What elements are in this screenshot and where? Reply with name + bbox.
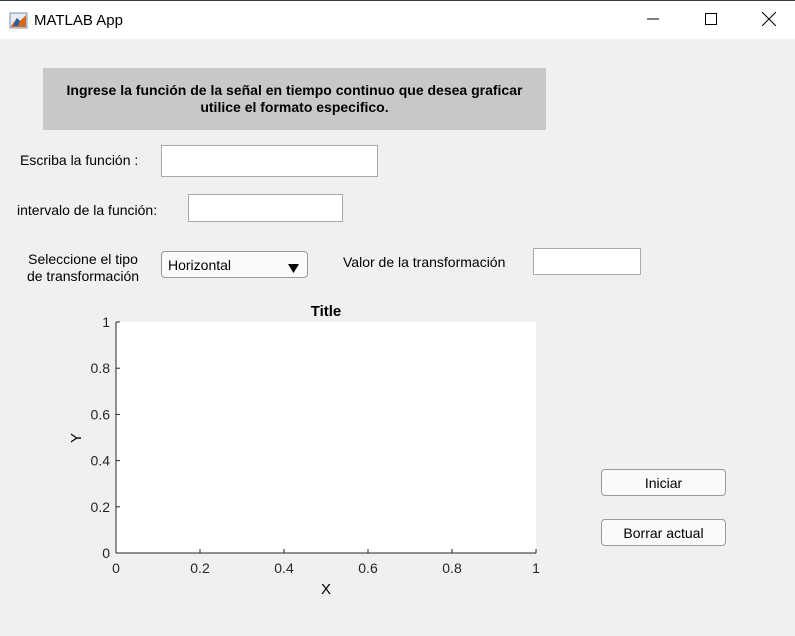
banner-line-1: Ingrese la función de la señal en tiempo… [66, 82, 523, 98]
plot-area [116, 322, 536, 553]
banner-line-2: utilice el formato especifico. [200, 99, 389, 115]
x-tick-label: 0.4 [274, 560, 294, 576]
minimize-button[interactable] [630, 1, 676, 39]
transform-type-value: Horizontal [168, 257, 232, 273]
y-tick-label: 1 [102, 314, 110, 330]
close-button[interactable] [746, 1, 792, 39]
transform-value-input[interactable] [533, 248, 641, 275]
function-label: Escriba la función : [20, 152, 139, 168]
transform-type-label-line-1: Seleccione el tipo [28, 251, 138, 267]
clear-button[interactable]: Borrar actual [601, 519, 726, 546]
y-tick-label: 0.2 [91, 499, 111, 515]
y-tick-label: 0 [102, 545, 110, 561]
start-button[interactable]: Iniciar [601, 469, 726, 496]
maximize-icon [705, 12, 717, 28]
transform-value-label: Valor de la transformación [343, 254, 506, 270]
y-tick-label: 0.4 [91, 453, 111, 469]
instruction-banner: Ingrese la función de la señal en tiempo… [43, 68, 546, 130]
x-tick-label: 1 [532, 560, 540, 576]
interval-label: intervalo de la función: [17, 202, 158, 218]
x-axis-label: X [321, 581, 331, 598]
y-axis-label: Y [68, 433, 85, 443]
x-tick-label: 0.8 [442, 560, 462, 576]
minimize-icon [647, 12, 659, 28]
y-tick-label: 0.8 [91, 360, 111, 376]
matlab-logo-icon [9, 11, 29, 31]
window-title: MATLAB App [34, 12, 123, 29]
plot-title: Title [311, 303, 342, 320]
x-tick-label: 0.6 [358, 560, 378, 576]
triangle-down-icon [288, 260, 299, 276]
transform-type-dropdown[interactable]: Horizontal [161, 251, 308, 278]
window-titlebar: MATLAB App [0, 0, 795, 39]
interval-input[interactable] [188, 194, 343, 222]
maximize-button[interactable] [688, 1, 734, 39]
x-tick-label: 0 [112, 560, 120, 576]
function-input[interactable] [161, 145, 378, 177]
transform-type-label: Seleccione el tipo de transformación [16, 251, 150, 285]
x-ticks: 0 0.2 0.4 0.6 0.8 1 [112, 549, 540, 576]
transform-type-label-line-2: de transformación [26, 268, 140, 284]
close-icon [761, 11, 777, 29]
x-tick-label: 0.2 [190, 560, 210, 576]
y-ticks: 0 0.2 0.4 0.6 0.8 1 [91, 314, 120, 561]
y-tick-label: 0.6 [91, 406, 111, 422]
